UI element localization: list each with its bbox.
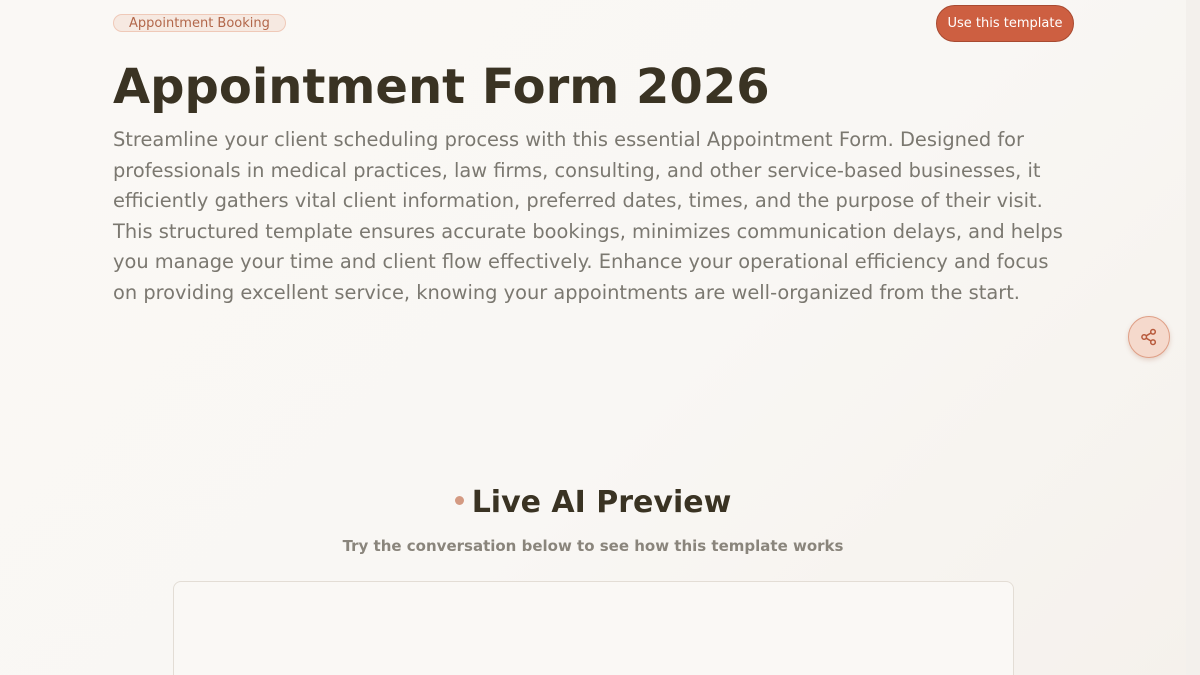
page-title: Appointment Form 2026: [113, 59, 770, 115]
share-button[interactable]: [1128, 316, 1170, 358]
template-page: Appointment Booking Use this template Ap…: [0, 0, 1200, 675]
preview-heading: Live AI Preview: [0, 483, 1186, 523]
status-dot: [454, 495, 464, 505]
share-icon: [1141, 328, 1157, 346]
template-description: Streamline your client scheduling proces…: [113, 128, 1063, 304]
chat-preview-panel[interactable]: [173, 581, 1014, 675]
scrollbar-track[interactable]: [1186, 0, 1200, 675]
use-template-button[interactable]: Use this template: [936, 5, 1074, 42]
preview-subtitle: Try the conversation below to see how th…: [342, 537, 844, 555]
category-tag[interactable]: Appointment Booking: [113, 14, 286, 32]
preview-title: Live AI Preview: [471, 485, 732, 520]
